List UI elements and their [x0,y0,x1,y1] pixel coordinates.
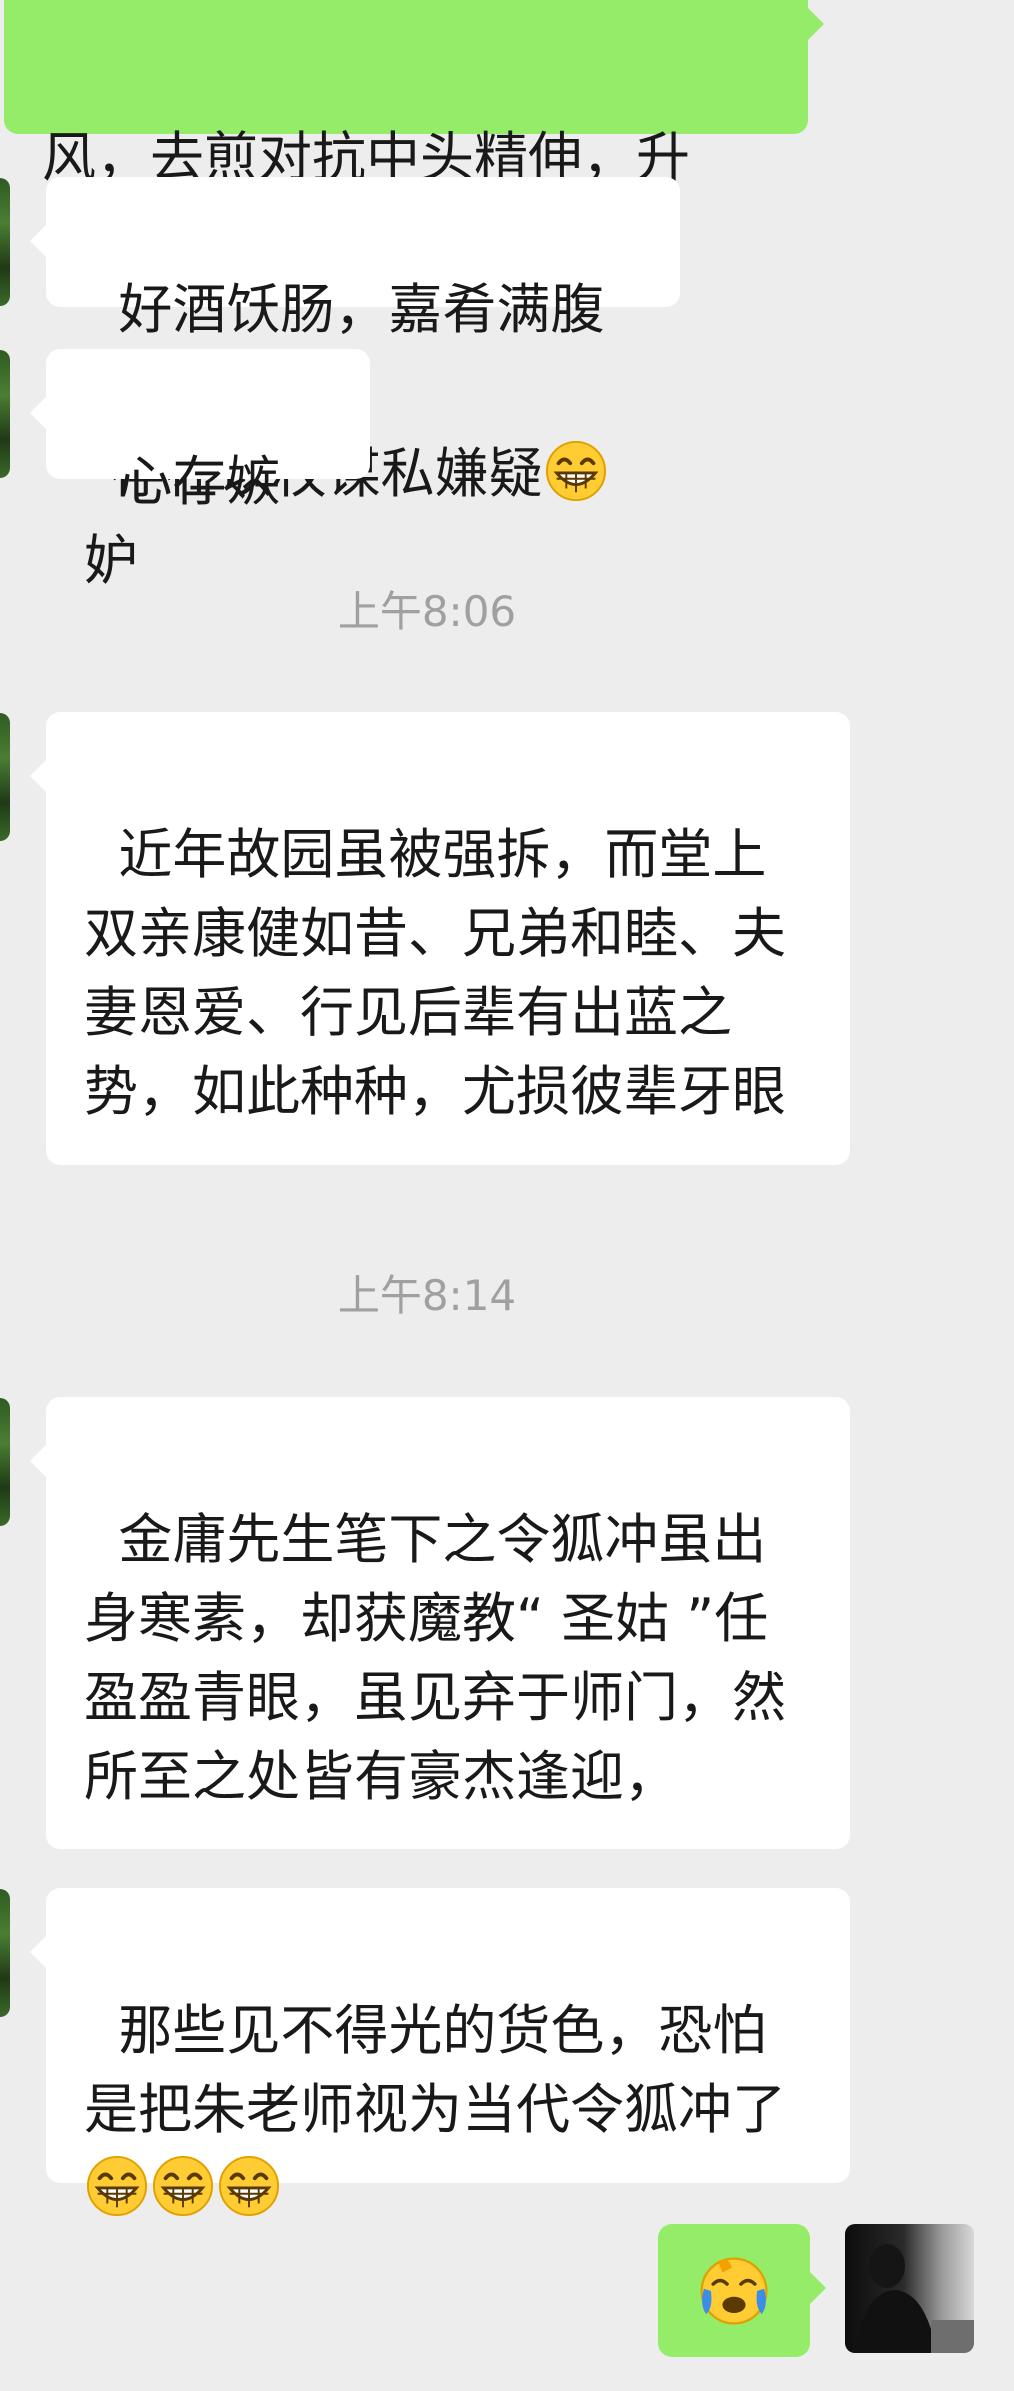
avatar-photo-icon [845,2224,974,2353]
grinning-face-icon [152,2155,214,2217]
message-text: 金庸先生笔下之令狐冲虽出身寒素，却获魔教“ 圣姑 ”任盈盈青眼，虽见弃于师门，然… [84,1508,786,1808]
outgoing-emoji-bubble[interactable] [658,2224,826,2357]
message-timestamp: 上午8:14 [337,1271,517,1320]
message-timestamp: 上午8:06 [337,587,517,636]
sender-avatar[interactable] [0,350,10,478]
grinning-face-icon [218,2155,280,2217]
incoming-message-bubble[interactable]: 金庸先生笔下之令狐冲虽出身寒素，却获魔教“ 圣姑 ”任盈盈青眼，虽见弃于师门，然… [30,1397,850,1849]
grinning-face-icon [545,440,607,502]
incoming-message-bubble[interactable]: 那些见不得光的货色，恐怕是把朱老师视为当代令狐冲了 [30,1888,850,2183]
message-text: 那些见不得光的货色，恐怕是把朱老师视为当代令狐冲了 [84,1999,786,2141]
incoming-message-bubble[interactable]: 近年故园虽被强拆，而堂上双亲康健如昔、兄弟和睦、夫妻恩爱、行见后辈有出蓝之势，如… [30,712,850,1165]
grinning-face-icon [86,2155,148,2217]
sender-avatar[interactable] [0,1398,10,1526]
my-avatar[interactable] [845,2224,974,2353]
sender-avatar[interactable] [0,713,10,841]
sender-avatar[interactable] [0,1889,10,2017]
incoming-message-bubble[interactable]: 心存嫉妒 [30,349,370,592]
loudly-crying-face-icon [700,2256,768,2325]
message-text: 好酒饫肠，嘉肴满腹 [118,278,605,341]
sender-avatar[interactable] [0,178,10,306]
incoming-message-bubble[interactable]: 好酒饫肠，嘉肴满腹 [30,177,680,341]
message-text: 近年故园虽被强拆，而堂上双亲康健如昔、兄弟和睦、夫妻恩爱、行见后辈有出蓝之势，如… [84,823,786,1123]
outgoing-message-bubble[interactable]: 风，去煎对抗中头精伸，升 存在以权谋私嫌疑 [4,0,824,505]
